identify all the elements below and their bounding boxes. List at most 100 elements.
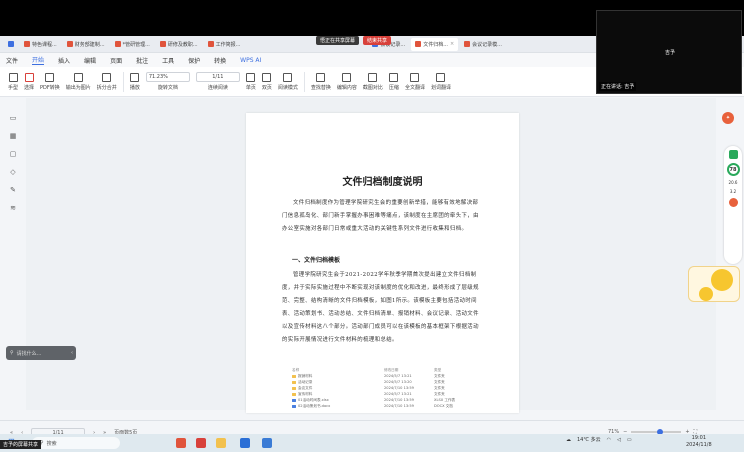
wifi-icon[interactable]: ◠ — [607, 437, 611, 443]
zoom-control[interactable]: 71.23% 旋转文档 — [145, 72, 190, 91]
flower-sticker[interactable] — [688, 266, 740, 302]
split-merge-button[interactable]: 拆分合并 — [97, 72, 117, 91]
document-title: 文件归档制度说明 — [342, 177, 423, 188]
menu-tools[interactable]: 工具 — [162, 56, 174, 65]
wps-app-icon[interactable] — [176, 438, 186, 448]
tag-icon[interactable]: ◇ — [10, 168, 15, 176]
divider — [122, 71, 124, 92]
page-control[interactable]: 1/11 连续阅读 — [195, 72, 240, 91]
wps-writer-icon[interactable] — [196, 438, 206, 448]
select-tool-button[interactable]: 选择 — [24, 72, 34, 91]
folder-table: 名称 修改日期 类型 报销材料 2024/5/7 13:21 文件夹 活动记录 202… — [292, 367, 474, 409]
full-translate-button[interactable]: 全文翻译 — [405, 72, 425, 91]
menu-convert[interactable]: 转换 — [214, 56, 226, 65]
screenshot-compare-button[interactable]: 截图对比 — [363, 72, 383, 91]
folder-icon — [292, 380, 296, 384]
signature-icon[interactable]: ✎ — [10, 186, 16, 194]
taskbar-search[interactable]: ⚲ 搜索 — [32, 437, 120, 449]
zoom-slider[interactable] — [631, 429, 682, 435]
search-bubble[interactable]: ⚲ 请找什么... ‹ — [6, 346, 76, 360]
menu-insert[interactable]: 插入 — [58, 56, 70, 65]
table-row: 02活动策划书.docx 2024/7/10 13:59 DOCX 文档 — [292, 403, 474, 409]
table-row: 01活动时间表.xlsx 2024/7/10 13:59 XLSX 工作表 — [292, 397, 474, 403]
bookmark-icon[interactable]: ▭ — [10, 114, 17, 122]
split-icon — [102, 72, 112, 82]
find-replace-button[interactable]: 查找替换 — [311, 72, 331, 91]
meeting-app-icon[interactable] — [262, 438, 272, 448]
paragraph-2: 管理学院研究生会于2021-2022学年秋季学期首次提出建立文件归档制度，并于实… — [282, 272, 479, 343]
screenshot-icon — [368, 72, 378, 82]
thumbnail-icon[interactable]: ▦ — [10, 132, 17, 140]
single-page-icon — [246, 72, 256, 82]
alert-icon[interactable] — [728, 198, 738, 207]
participant-name: 吉予 — [665, 50, 676, 56]
tab-0[interactable]: 特色课程... — [20, 38, 61, 51]
tab-1[interactable]: 财务部建制... — [63, 38, 109, 51]
image-icon — [73, 72, 83, 82]
tab-4[interactable]: 工作简报... — [204, 38, 245, 51]
hand-tool-button[interactable]: 手型 — [8, 72, 18, 91]
home-tab-icon[interactable] — [4, 38, 18, 51]
document-canvas[interactable]: 文件归档制度说明 文件归档制度作为管理学院研究生会的重要创新举措，能够有效地解决… — [26, 98, 716, 413]
play-button[interactable]: 播放 — [130, 72, 140, 91]
page-input[interactable]: 1/11 — [195, 72, 240, 82]
close-icon[interactable]: × — [450, 41, 454, 47]
play-icon — [130, 72, 140, 82]
section-heading: 一、文件归档模板 — [292, 257, 341, 264]
single-page-button[interactable]: 单页 — [246, 72, 256, 91]
performance-widget[interactable]: 78 20.6 3.2 — [724, 146, 742, 264]
screen-share-bar: 悟正在共享屏幕 结束共享 — [316, 34, 392, 46]
battery-icon[interactable]: ▭ — [627, 437, 632, 443]
end-share-button[interactable]: 结束共享 — [363, 35, 392, 45]
export-image-button[interactable]: 输出为图片 — [66, 72, 91, 91]
tab-6[interactable]: 文件归档... × — [411, 37, 459, 51]
double-page-button[interactable]: 双页 — [262, 72, 272, 91]
menu-file[interactable]: 文件 — [6, 56, 18, 65]
menu-comment[interactable]: 批注 — [136, 56, 148, 65]
table-row: 宣传材料 2024/5/7 13:21 文件夹 — [292, 391, 474, 397]
weather-text: 14℃ 多云 — [577, 437, 601, 443]
pdf-convert-button[interactable]: PDF转换 — [40, 72, 60, 91]
clock[interactable]: 19:01 2024/11/8 — [686, 435, 712, 449]
tab-3[interactable]: 研修及教职... — [156, 38, 202, 51]
word-translate-button[interactable]: 划词翻译 — [431, 72, 451, 91]
table-row: 活动记录 2024/5/7 13:20 文件夹 — [292, 379, 474, 385]
left-sidebar: ▭ ▦ ▢ ◇ ✎ ≋ — [0, 98, 26, 410]
xlsx-file-icon — [292, 398, 296, 402]
compress-icon — [389, 72, 399, 82]
tab-7[interactable]: 会议记录模... — [460, 38, 506, 51]
search-icon — [316, 72, 326, 82]
volume-icon[interactable]: ◁ — [617, 437, 621, 443]
edit-content-button[interactable]: 编辑内容 — [337, 72, 357, 91]
paragraph-1: 文件归档制度作为管理学院研究生会的重要创新举措，能够有效地解决部门信息孤岛化、部… — [282, 200, 479, 232]
comment-icon[interactable]: ▢ — [10, 150, 17, 158]
notification-badge-icon[interactable]: ✦ — [722, 112, 734, 124]
double-page-icon — [262, 72, 272, 82]
menu-edit[interactable]: 编辑 — [84, 56, 96, 65]
menu-start[interactable]: 开始 — [32, 55, 45, 65]
browser-icon[interactable] — [240, 438, 250, 448]
tab-2[interactable]: *管研管理... — [111, 38, 154, 51]
sunflower-icon — [711, 269, 733, 291]
menu-wps-ai[interactable]: WPS AI — [240, 57, 261, 64]
sunflower-icon — [699, 287, 713, 301]
divider — [303, 71, 305, 92]
hand-icon — [8, 72, 18, 82]
zoom-input[interactable]: 71.23% — [145, 72, 190, 82]
docx-file-icon — [292, 404, 296, 408]
compress-button[interactable]: 压缩 — [389, 72, 399, 91]
chevron-left-icon[interactable]: ‹ — [71, 350, 76, 356]
table-header: 名称 修改日期 类型 — [292, 367, 442, 372]
share-title: 悟正在共享屏幕 — [316, 35, 360, 45]
menu-page[interactable]: 页面 — [110, 56, 122, 65]
stat-value: 3.2 — [729, 189, 737, 194]
menu-protect[interactable]: 保护 — [188, 56, 200, 65]
folder-icon — [292, 374, 296, 378]
score-badge: 78 — [726, 163, 740, 176]
participant-video-tile[interactable]: 吉予 正在讲话: 吉予 — [596, 10, 742, 94]
file-explorer-icon[interactable] — [216, 438, 226, 448]
search-icon: ⚲ — [10, 350, 14, 356]
layers-icon[interactable]: ≋ — [10, 204, 16, 212]
windows-taskbar: ⊞ ⚲ 搜索 ☁ 14℃ 多云 ◠ ◁ ▭ 19:01 2024/11/8 — [0, 434, 744, 452]
read-mode-button[interactable]: 阅读模式 — [278, 72, 298, 91]
